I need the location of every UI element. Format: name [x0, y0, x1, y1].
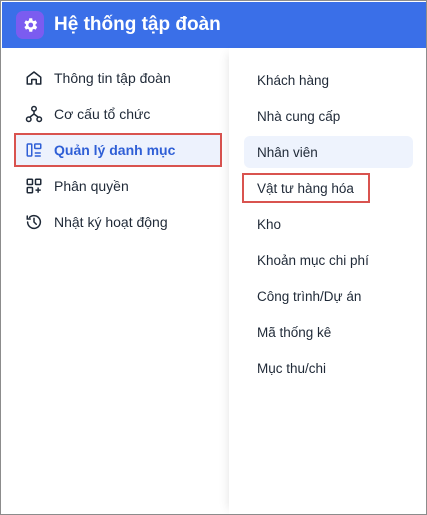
app-window: Hệ thống tập đoàn Thông tin tập đoàn Cơ … — [0, 0, 427, 515]
submenu-item-projects[interactable]: Công trình/Dự án — [244, 280, 413, 312]
nav-item-company-info[interactable]: Thông tin tập đoàn — [2, 60, 229, 96]
history-icon — [24, 212, 44, 232]
highlight-box — [242, 173, 370, 203]
submenu-item-label: Khách hàng — [257, 72, 330, 88]
submenu-item-income-expense[interactable]: Mục thu/chi — [244, 352, 413, 384]
submenu-item-label: Mã thống kê — [257, 324, 332, 340]
nav-item-catalog-management[interactable]: Quản lý danh mục — [2, 132, 229, 168]
submenu-item-label: Công trình/Dự án — [257, 288, 362, 304]
app-title: Hệ thống tập đoàn — [54, 14, 221, 35]
submenu-item-expense-items[interactable]: Khoản mục chi phí — [244, 244, 413, 276]
submenu-item-label: Kho — [257, 216, 282, 232]
submenu-item-employees[interactable]: Nhân viên — [244, 136, 413, 168]
submenu-item-label: Nhân viên — [257, 144, 318, 160]
submenu-item-warehouse[interactable]: Kho — [244, 208, 413, 240]
submenu-item-materials-goods[interactable]: Vật tư hàng hóa — [242, 172, 413, 204]
grid-plus-icon — [24, 176, 44, 196]
org-chart-icon — [24, 104, 44, 124]
nav-item-permissions[interactable]: Phân quyền — [2, 168, 229, 204]
category-icon — [24, 140, 44, 160]
nav-item-label: Thông tin tập đoàn — [54, 70, 171, 86]
submenu-item-label: Mục thu/chi — [257, 360, 327, 376]
gear-icon — [16, 11, 44, 39]
submenu-item-label: Khoản mục chi phí — [257, 252, 369, 268]
nav-item-org-structure[interactable]: Cơ cấu tổ chức — [2, 96, 229, 132]
submenu-item-statistic-codes[interactable]: Mã thống kê — [244, 316, 413, 348]
home-icon — [24, 68, 44, 88]
app-header: Hệ thống tập đoàn — [2, 2, 426, 48]
left-nav: Thông tin tập đoàn Cơ cấu tổ chức Quản l… — [2, 48, 229, 514]
nav-item-label: Phân quyền — [54, 178, 129, 194]
nav-item-label: Nhật ký hoạt động — [54, 214, 168, 230]
nav-item-activity-log[interactable]: Nhật ký hoạt động — [2, 204, 229, 240]
submenu-item-customers[interactable]: Khách hàng — [244, 64, 413, 96]
submenu-panel: Khách hàng Nhà cung cấp Nhân viên Vật tư… — [229, 48, 426, 514]
submenu-item-suppliers[interactable]: Nhà cung cấp — [244, 100, 413, 132]
submenu-item-label: Nhà cung cấp — [257, 108, 341, 124]
nav-item-label: Quản lý danh mục — [54, 142, 176, 158]
nav-item-label: Cơ cấu tổ chức — [54, 106, 151, 122]
